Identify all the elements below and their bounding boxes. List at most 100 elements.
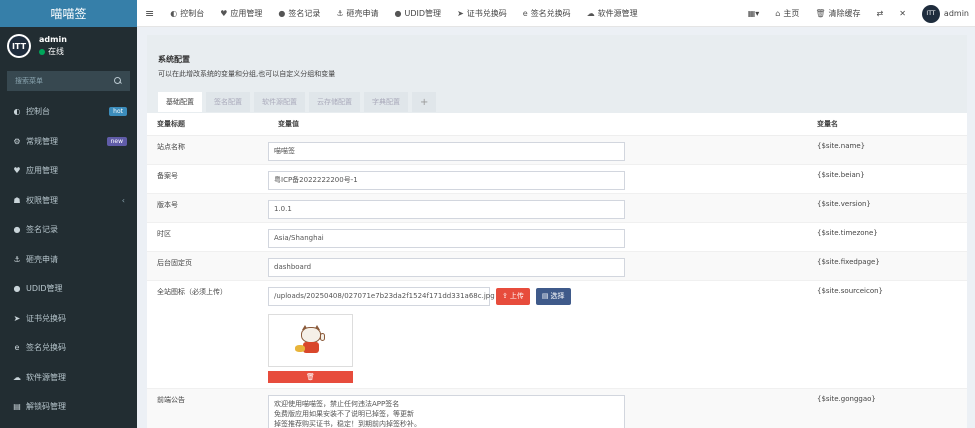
record-icon: ● [278, 8, 286, 18]
topnav-item-label: 证书兑换码 [466, 8, 507, 18]
card-icon: ▤ [13, 402, 21, 412]
row-title: 备案号 [147, 164, 268, 194]
site-icon-path-field[interactable]: /uploads/20250408/027071e7b23da2f1524f17… [268, 286, 495, 306]
topnav-item-apps[interactable]: ♥ 应用管理 [212, 8, 270, 19]
sidebar-item-apps[interactable]: ♥ 应用管理 [0, 156, 137, 186]
sidebar-item-dashboard[interactable]: ◐ 控制台 hot [0, 97, 137, 127]
main-content: 系统配置 可以在此增改系统的变量和分组,也可以自定义分组和变量 基础配置 签名配… [137, 27, 975, 428]
notice-line: 免费版应用如果安装不了说明已掉签，等更新 [274, 409, 414, 418]
config-table: 变量标题 变量值 变量名 站点名称 喵喵签 {$site.name} 备案号 粤… [147, 113, 967, 428]
topnav-item-dashboard[interactable]: ◐ 控制台 [162, 8, 212, 19]
top-navbar: ≡ ◐ 控制台 ♥ 应用管理 ● 签名记录 ⚓ 砸壳申请 ● UDID管理 ➤ 证书兑换码 … [137, 0, 975, 27]
app-logo[interactable]: 喵喵签 [0, 0, 137, 27]
chevron-left-icon: ‹ [121, 195, 125, 205]
row-title: 全站图标（必须上传） [147, 280, 268, 389]
tab-dictionary[interactable]: 字典配置 [364, 92, 408, 112]
sidebar-item-unlock-codes[interactable]: ▤ 解锁码管理 [0, 392, 137, 422]
panel-heading: 系统配置 可以在此增改系统的变量和分组,也可以自定义分组和变量 基础配置 签名配… [147, 35, 967, 113]
site-icon-preview [268, 313, 353, 367]
upload-button[interactable]: ⇪ 上传 [496, 287, 530, 305]
topnav-item-sources[interactable]: ☁ 软件源管理 [579, 8, 646, 19]
row-title: 时区 [147, 222, 268, 252]
sidebar-item-label: 控制台 [26, 107, 50, 117]
site-name-field[interactable]: 喵喵签 [268, 141, 625, 161]
cloud-icon: ☁ [13, 372, 21, 382]
users-icon: ☗ [13, 195, 21, 205]
row-title: 前端公告 [147, 388, 268, 428]
table-row: 前端公告 欢迎使用喵喵签，禁止任何违法APP签名 免费版应用如果安装不了说明已掉… [147, 388, 967, 428]
topnav-item-label: 软件源管理 [597, 8, 638, 18]
upload-button-label: 上传 [509, 292, 524, 300]
new-badge: new [106, 136, 127, 146]
beian-field[interactable]: 粤ICP备2022222200号-1 [268, 170, 625, 190]
fixedpage-field[interactable]: dashboard [268, 257, 625, 277]
topnav-item-label: 砸壳申请 [346, 8, 379, 18]
row-variable: {$site.gonggao} [807, 388, 967, 428]
sidebar-item-permissions[interactable]: ☗ 权限管理 ‹ [0, 186, 137, 216]
anchor-icon: ⚓ [13, 254, 21, 264]
search-icon[interactable] [114, 77, 122, 85]
tab-sign[interactable]: 签名配置 [206, 92, 250, 112]
clear-cache-link[interactable]: 🗑 清除缓存 [807, 8, 868, 19]
sidebar-item-udid[interactable]: ● UDID管理 [0, 274, 137, 304]
table-row: 备案号 粤ICP备2022222200号-1 {$site.beian} [147, 164, 967, 194]
topnav-item-label: 应用管理 [230, 8, 263, 18]
user-status: 在线 [39, 46, 67, 57]
sidebar-item-general[interactable]: ⚙ 常规管理 new [0, 127, 137, 157]
sidebar-item-decrypt[interactable]: ⚓ 砸壳申请 [0, 245, 137, 275]
apps-grid-icon[interactable]: ▦▾ [740, 9, 768, 18]
apple-icon: ● [13, 284, 21, 294]
row-variable: {$site.sourceicon} [807, 280, 967, 389]
sidebar-search-input[interactable]: 搜索菜单 [7, 71, 130, 91]
topnav-item-sign-records[interactable]: ● 签名记录 [270, 8, 328, 19]
trash-icon: 🗑 [815, 9, 826, 18]
topnav-item-cert-codes[interactable]: ➤ 证书兑换码 [449, 8, 515, 19]
online-dot-icon [39, 48, 45, 55]
topnav-item-label: UDID管理 [404, 8, 442, 18]
version-field[interactable]: 1.0.1 [268, 199, 625, 219]
tab-basic[interactable]: 基础配置 [158, 92, 202, 112]
page-title: 系统配置 [158, 55, 190, 64]
send-icon: ➤ [13, 313, 21, 323]
sidebar-menu: ◐ 控制台 hot ⚙ 常规管理 new ♥ 应用管理 ☗ 权限管理 ‹ ● 签名记录 ⚓ 砸壳申… [0, 97, 137, 422]
table-row: 版本号 1.0.1 {$site.version} [147, 193, 967, 223]
sidebar: 喵喵签 ITT admin 在线 搜索菜单 ◐ 控制台 hot ⚙ 常规管理 new ♥… [0, 0, 137, 428]
row-variable: {$site.beian} [807, 164, 967, 194]
cloud-icon: ☁ [586, 8, 595, 18]
menu-toggle-icon[interactable]: ≡ [137, 7, 162, 20]
sidebar-item-sources[interactable]: ☁ 软件源管理 [0, 363, 137, 393]
select-button-label: 选择 [550, 292, 565, 300]
sidebar-item-cert-codes[interactable]: ➤ 证书兑换码 [0, 304, 137, 334]
notice-textarea[interactable]: 欢迎使用喵喵签，禁止任何违法APP签名 免费版应用如果安装不了说明已掉签，等更新… [268, 394, 625, 428]
topnav-item-decrypt[interactable]: ⚓ 砸壳申请 [328, 8, 386, 19]
add-tab-button[interactable]: + [412, 92, 437, 112]
tab-source[interactable]: 软件源配置 [254, 92, 305, 112]
config-tabs: 基础配置 签名配置 软件源配置 云存储配置 字典配置 + [158, 92, 962, 112]
edge-icon: e [14, 343, 20, 353]
select-button[interactable]: ▤ 选择 [535, 287, 571, 305]
sidebar-item-label: 签名兑换码 [26, 343, 66, 353]
tab-storage[interactable]: 云存储配置 [309, 92, 360, 112]
sidebar-item-sign-records[interactable]: ● 签名记录 [0, 215, 137, 245]
translate-icon[interactable]: ⇄ [869, 9, 892, 18]
dashboard-icon: ◐ [13, 107, 21, 117]
timezone-field[interactable]: Asia/Shanghai [268, 228, 625, 248]
fullscreen-icon[interactable]: ✕ [891, 9, 914, 18]
sidebar-item-sign-codes[interactable]: e 签名兑换码 [0, 333, 137, 363]
sidebar-item-label: 签名记录 [26, 225, 58, 235]
row-title: 后台固定页 [147, 251, 268, 281]
table-row: 全站图标（必须上传） /uploads/20250408/027071e7b23… [147, 280, 967, 389]
user-menu-label: admin [943, 9, 969, 18]
sidebar-item-label: 权限管理 [26, 195, 58, 205]
page-description: 可以在此增改系统的变量和分组,也可以自定义分组和变量 [158, 70, 336, 78]
hot-badge: hot [109, 107, 127, 116]
sidebar-item-label: 常规管理 [26, 136, 58, 146]
topnav-item-sign-codes[interactable]: e 签名兑换码 [515, 8, 579, 19]
heart-icon: ♥ [13, 166, 21, 176]
user-menu[interactable]: ITT admin [914, 4, 975, 23]
home-link[interactable]: ⌂ 主页 [767, 8, 807, 19]
column-header: 变量标题 [147, 113, 268, 136]
topnav-item-udid[interactable]: ● UDID管理 [387, 8, 450, 19]
search-placeholder: 搜索菜单 [15, 77, 43, 85]
delete-image-button[interactable]: 🗑 [268, 370, 353, 383]
